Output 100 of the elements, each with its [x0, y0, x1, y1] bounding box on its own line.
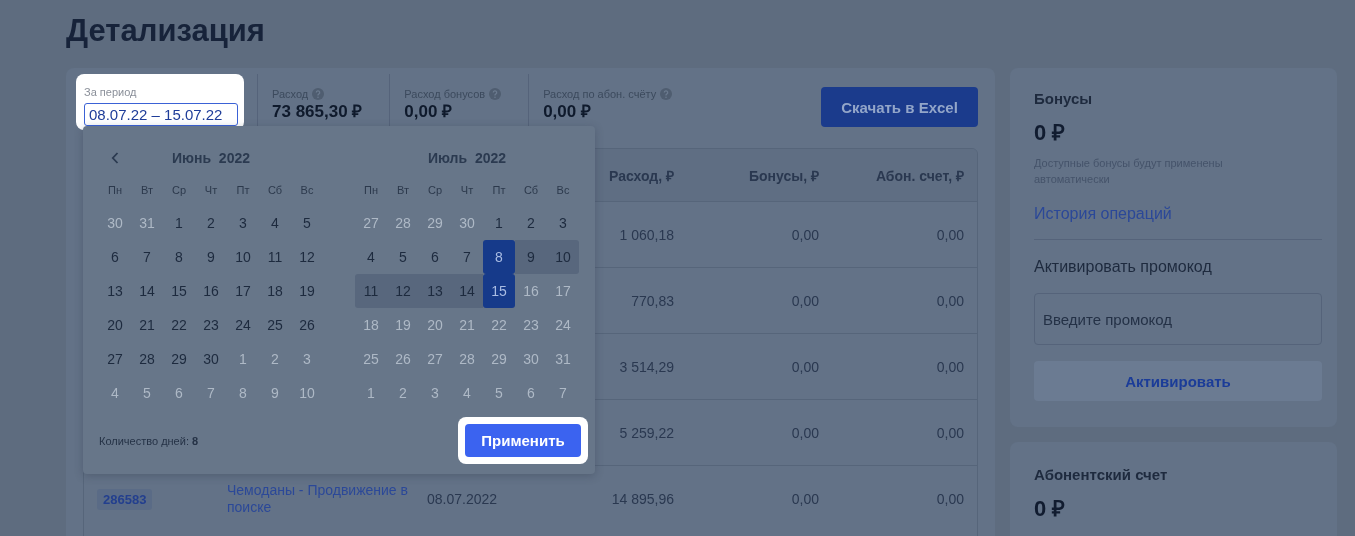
calendar-day[interactable]: 15 [483, 274, 515, 308]
calendar-day[interactable]: 8 [163, 240, 195, 274]
calendar-day[interactable]: 22 [483, 308, 515, 342]
calendar-day[interactable]: 5 [387, 240, 419, 274]
calendar-day[interactable]: 26 [291, 308, 323, 342]
calendar-day[interactable]: 2 [515, 206, 547, 240]
calendar-day[interactable]: 3 [419, 376, 451, 410]
help-icon[interactable] [489, 88, 502, 100]
calendar-day[interactable]: 11 [355, 274, 387, 308]
calendar-day[interactable]: 23 [515, 308, 547, 342]
calendar-day[interactable]: 19 [291, 274, 323, 308]
calendar-day[interactable]: 31 [131, 206, 163, 240]
calendar-day[interactable]: 23 [195, 308, 227, 342]
calendar-day[interactable]: 16 [515, 274, 547, 308]
calendar-day[interactable]: 1 [227, 342, 259, 376]
calendar-day[interactable]: 1 [483, 206, 515, 240]
calendar-day[interactable]: 9 [195, 240, 227, 274]
history-link[interactable]: История операций [1034, 205, 1322, 223]
calendar-day[interactable]: 4 [259, 206, 291, 240]
campaign-link[interactable]: Чемоданы - Продвижение в поиске [227, 481, 414, 516]
calendar-day[interactable]: 1 [355, 376, 387, 410]
calendar-day[interactable]: 30 [515, 342, 547, 376]
calendar-day[interactable]: 2 [195, 206, 227, 240]
calendar-day[interactable]: 21 [451, 308, 483, 342]
calendar-day[interactable]: 10 [227, 240, 259, 274]
table-cell: 0,00 [936, 226, 964, 243]
calendar-day[interactable]: 27 [419, 342, 451, 376]
help-icon[interactable] [660, 88, 673, 100]
calendar-day[interactable]: 14 [131, 274, 163, 308]
calendar-day[interactable]: 29 [163, 342, 195, 376]
calendar-day[interactable]: 9 [515, 240, 547, 274]
calendar-day[interactable]: 3 [291, 342, 323, 376]
calendar-day[interactable]: 29 [419, 206, 451, 240]
calendar-day[interactable]: 7 [131, 240, 163, 274]
calendar-day[interactable]: 29 [483, 342, 515, 376]
calendar-day[interactable]: 26 [387, 342, 419, 376]
calendar-day[interactable]: 3 [547, 206, 579, 240]
calendar-day[interactable]: 20 [99, 308, 131, 342]
table-cell: 0,00 [791, 358, 819, 375]
calendar-day[interactable]: 24 [227, 308, 259, 342]
calendar-day[interactable]: 27 [355, 206, 387, 240]
promo-code-field[interactable]: Введите промокод [1034, 293, 1322, 345]
calendar-day[interactable]: 11 [259, 240, 291, 274]
calendar-day[interactable]: 9 [259, 376, 291, 410]
calendar-day[interactable]: 20 [419, 308, 451, 342]
calendar-day[interactable]: 4 [355, 240, 387, 274]
calendar-day[interactable]: 5 [483, 376, 515, 410]
calendar-day[interactable]: 3 [227, 206, 259, 240]
calendar-day[interactable]: 28 [131, 342, 163, 376]
calendar-day[interactable]: 12 [387, 274, 419, 308]
calendar-day[interactable]: 31 [547, 342, 579, 376]
calendar-day[interactable]: 2 [387, 376, 419, 410]
calendar-day[interactable]: 30 [451, 206, 483, 240]
calendar-day[interactable]: 8 [483, 240, 515, 274]
calendar-day[interactable]: 7 [451, 240, 483, 274]
calendar-day[interactable]: 15 [163, 274, 195, 308]
calendar-day[interactable]: 17 [227, 274, 259, 308]
calendar-day[interactable]: 27 [99, 342, 131, 376]
calendar-day[interactable]: 18 [355, 308, 387, 342]
calendar-day[interactable]: 7 [547, 376, 579, 410]
calendar-day[interactable]: 14 [451, 274, 483, 308]
calendar-day[interactable]: 10 [291, 376, 323, 410]
month-title: Июнь 2022 [172, 150, 250, 166]
calendar-day[interactable]: 19 [387, 308, 419, 342]
calendar-day[interactable]: 8 [227, 376, 259, 410]
calendar-day[interactable]: 4 [99, 376, 131, 410]
calendar-day[interactable]: 25 [355, 342, 387, 376]
promo-title: Активировать промокод [1034, 258, 1213, 276]
bonus-amount: 0 ₽ [1034, 119, 1067, 146]
previous-month-icon[interactable] [111, 152, 119, 164]
calendar-day[interactable]: 30 [195, 342, 227, 376]
calendar-day[interactable]: 12 [291, 240, 323, 274]
help-icon[interactable] [312, 88, 325, 100]
calendar-day[interactable]: 21 [131, 308, 163, 342]
calendar-day[interactable]: 6 [99, 240, 131, 274]
calendar-day[interactable]: 7 [195, 376, 227, 410]
calendar-day[interactable]: 24 [547, 308, 579, 342]
period-field[interactable]: 08.07.22 – 15.07.22 [84, 103, 238, 126]
calendar-day[interactable]: 1 [163, 206, 195, 240]
calendar-day[interactable]: 16 [195, 274, 227, 308]
weekday-label: Ср [426, 184, 444, 196]
calendar-day[interactable]: 6 [419, 240, 451, 274]
calendar-day[interactable]: 22 [163, 308, 195, 342]
calendar-day[interactable]: 28 [387, 206, 419, 240]
calendar-day[interactable]: 28 [451, 342, 483, 376]
calendar-day[interactable]: 2 [259, 342, 291, 376]
calendar-day[interactable]: 5 [291, 206, 323, 240]
calendar-day[interactable]: 4 [451, 376, 483, 410]
calendar-day[interactable]: 18 [259, 274, 291, 308]
calendar-day[interactable]: 17 [547, 274, 579, 308]
calendar-day[interactable]: 25 [259, 308, 291, 342]
calendar-day[interactable]: 13 [99, 274, 131, 308]
calendar-day[interactable]: 5 [131, 376, 163, 410]
calendar-day[interactable]: 10 [547, 240, 579, 274]
apply-button[interactable]: Применить [465, 424, 581, 457]
download-excel-button[interactable]: Скачать в Excel [821, 87, 978, 127]
calendar-day[interactable]: 6 [515, 376, 547, 410]
calendar-day[interactable]: 30 [99, 206, 131, 240]
calendar-day[interactable]: 13 [419, 274, 451, 308]
calendar-day[interactable]: 6 [163, 376, 195, 410]
